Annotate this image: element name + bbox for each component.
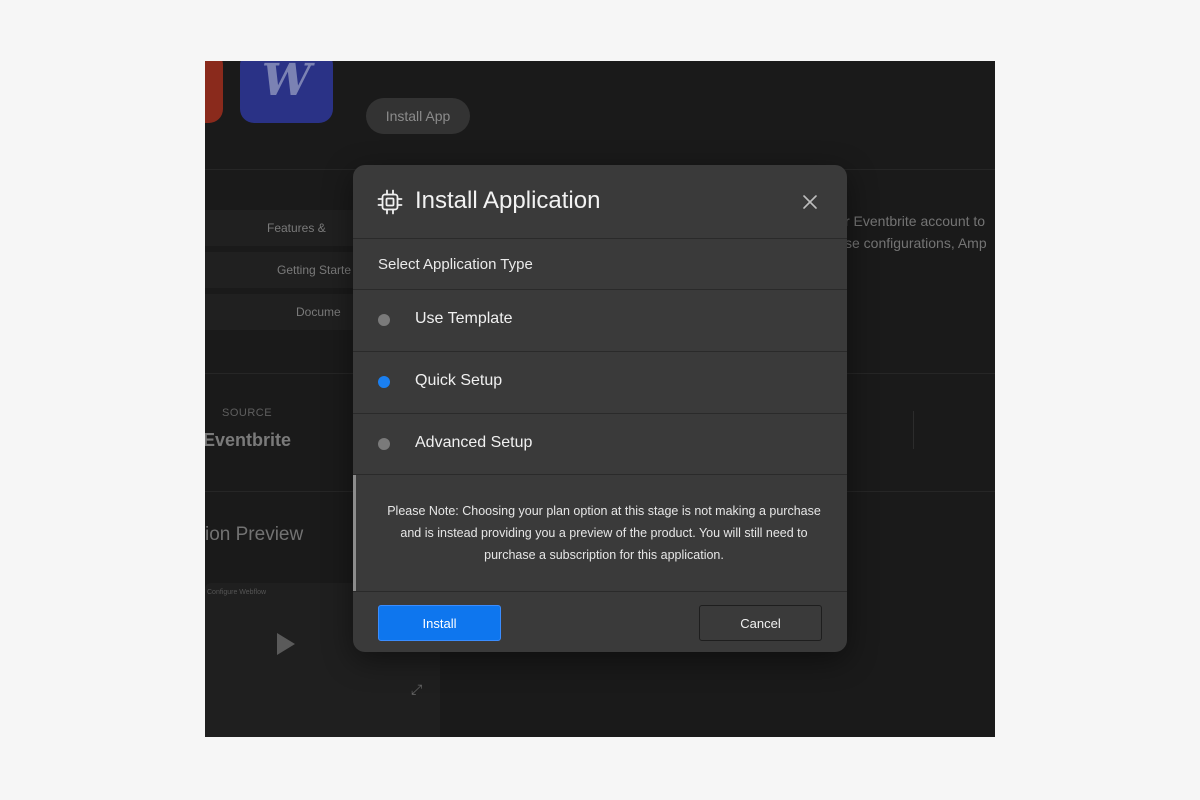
webflow-logo: W xyxy=(240,61,333,123)
cancel-button[interactable]: Cancel xyxy=(699,605,822,641)
description-line-2: se configurations, Amp xyxy=(845,235,987,251)
tab-getting-started-label: Getting Starte xyxy=(277,263,352,277)
tab-documentation-label: Docume xyxy=(296,305,341,319)
option-label: Advanced Setup xyxy=(415,434,533,451)
video-title: Configure Webflow xyxy=(207,589,267,596)
option-label: Use Template xyxy=(415,310,513,327)
description-line-1: r Eventbrite account to xyxy=(845,213,986,229)
source-label: SOURCE xyxy=(222,407,273,419)
divider xyxy=(353,591,847,592)
plan-note: Please Note: Choosing your plan option a… xyxy=(353,475,847,591)
app-logo-red xyxy=(205,61,223,123)
expand-icon[interactable]: ⤢ xyxy=(411,681,422,698)
option-advanced-setup[interactable]: Advanced Setup xyxy=(353,414,847,475)
play-icon[interactable] xyxy=(277,633,295,655)
chip-icon xyxy=(377,189,403,215)
tab-features-label: Features & xyxy=(267,221,326,235)
source-value: Eventbrite xyxy=(205,430,292,450)
webflow-logo-letter: W xyxy=(261,61,312,106)
install-button[interactable]: Install xyxy=(378,605,501,641)
option-use-template[interactable]: Use Template xyxy=(353,290,847,351)
install-app-button[interactable]: Install App xyxy=(366,98,470,134)
option-quick-setup[interactable]: Quick Setup xyxy=(353,352,847,413)
close-icon[interactable] xyxy=(799,191,821,213)
modal-header: Install Application xyxy=(353,165,847,239)
divider-vertical xyxy=(913,411,914,449)
option-label: Quick Setup xyxy=(415,372,503,389)
preview-title: ion Preview xyxy=(205,524,304,545)
radio-quick-setup[interactable] xyxy=(378,376,390,388)
radio-use-template[interactable] xyxy=(378,314,390,326)
plan-note-text: Please Note: Choosing your plan option a… xyxy=(387,504,821,562)
radio-advanced-setup[interactable] xyxy=(378,438,390,450)
install-application-modal: Install Application Select Application T… xyxy=(353,165,847,652)
section-label: Select Application Type xyxy=(378,256,533,273)
modal-title: Install Application xyxy=(415,187,601,214)
